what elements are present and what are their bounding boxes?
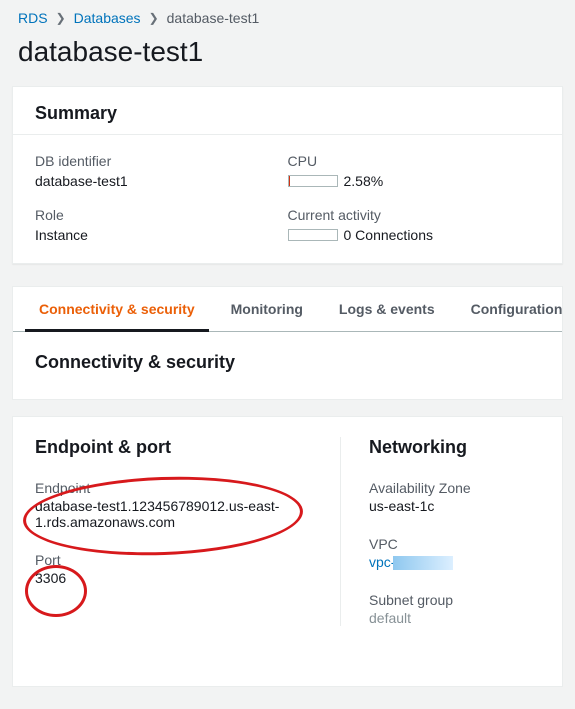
subnet-group-label: Subnet group [369, 592, 540, 608]
current-activity-label: Current activity [288, 207, 541, 227]
tab-monitoring[interactable]: Monitoring [213, 287, 321, 331]
db-identifier-label: DB identifier [35, 153, 288, 173]
port-value: 3306 [35, 570, 300, 586]
endpoint-value: database-test1.123456789012.us-east-1.rd… [35, 498, 300, 530]
port-label: Port [35, 552, 300, 568]
db-identifier-value: database-test1 [35, 173, 288, 189]
chevron-right-icon: ❯ [56, 11, 66, 25]
connectivity-body-panel: Endpoint & port Endpoint database-test1.… [12, 416, 563, 687]
connectivity-header-panel: Connectivity & security [12, 332, 563, 400]
tab-logs-events[interactable]: Logs & events [321, 287, 453, 331]
endpoint-port-heading: Endpoint & port [35, 437, 300, 458]
current-activity-value: 0 Connections [344, 227, 434, 243]
cpu-meter [288, 175, 338, 187]
subnet-group-value: default [369, 610, 540, 626]
role-label: Role [35, 207, 288, 227]
page-title: database-test1 [0, 32, 575, 86]
breadcrumb-link-rds[interactable]: RDS [18, 10, 48, 26]
az-value: us-east-1c [369, 498, 540, 514]
tabs-container: Connectivity & security Monitoring Logs … [12, 286, 563, 332]
summary-panel: Summary DB identifier database-test1 Rol… [12, 86, 563, 264]
vpc-label: VPC [369, 536, 540, 552]
cpu-value: 2.58% [344, 173, 384, 189]
redacted-block [393, 556, 453, 570]
breadcrumb: RDS ❯ Databases ❯ database-test1 [0, 0, 575, 32]
breadcrumb-link-databases[interactable]: Databases [74, 10, 141, 26]
tab-configuration[interactable]: Configuration [453, 287, 575, 331]
connectivity-heading: Connectivity & security [35, 352, 540, 379]
chevron-right-icon: ❯ [149, 11, 159, 25]
vpc-link[interactable]: vpc- [369, 554, 395, 570]
activity-meter [288, 229, 338, 241]
breadcrumb-current: database-test1 [167, 10, 260, 26]
endpoint-label: Endpoint [35, 480, 300, 496]
cpu-label: CPU [288, 153, 541, 173]
tab-connectivity[interactable]: Connectivity & security [21, 287, 213, 331]
networking-heading: Networking [369, 437, 540, 458]
role-value: Instance [35, 227, 288, 243]
az-label: Availability Zone [369, 480, 540, 496]
summary-heading: Summary [13, 87, 562, 134]
